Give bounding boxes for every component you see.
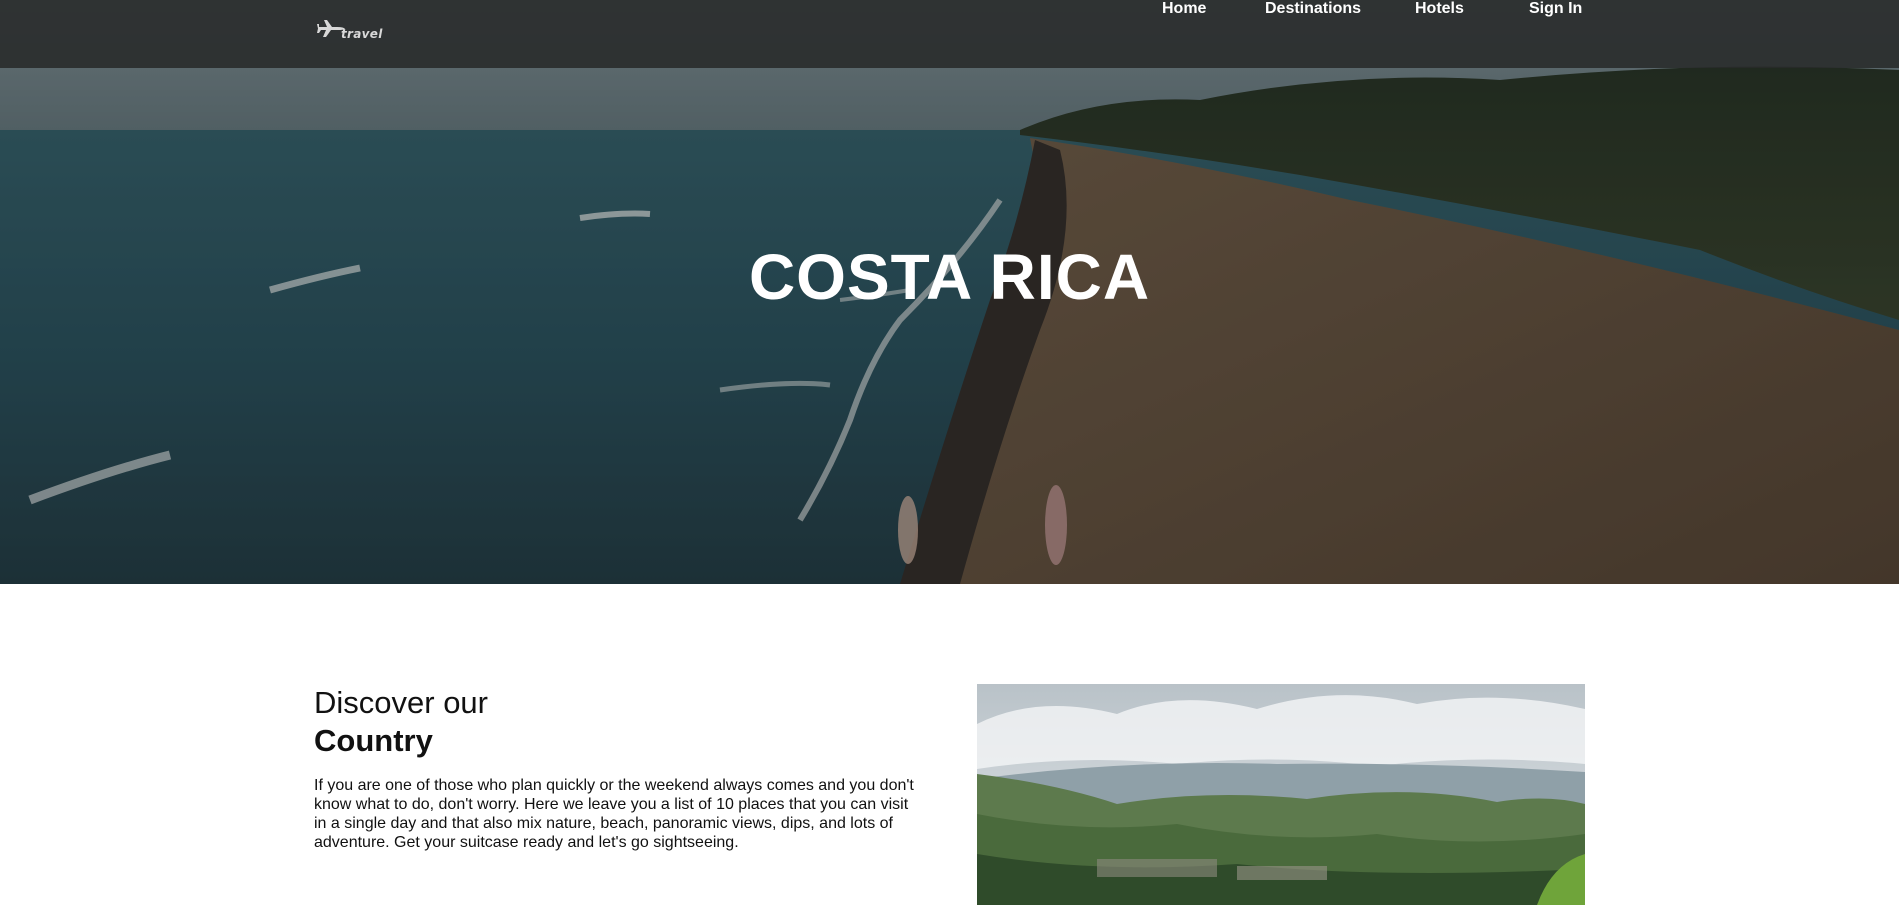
- country-landscape-image: [977, 684, 1585, 905]
- logo-text: travel: [341, 27, 383, 41]
- hero-title: COSTA RICA: [748, 241, 1151, 313]
- nav-hotels-link[interactable]: Hotels: [1415, 0, 1464, 18]
- discover-heading-light: Discover our: [314, 685, 488, 720]
- nav-destinations-link[interactable]: Destinations: [1265, 0, 1361, 18]
- landscape-illustration: [977, 684, 1585, 905]
- hero-section: travel Home Destinations Hotels Sign In …: [0, 0, 1899, 584]
- nav-home-link[interactable]: Home: [1162, 0, 1206, 18]
- discover-heading-bold: Country: [314, 723, 433, 758]
- discover-description: If you are one of those who plan quickly…: [314, 777, 914, 851]
- top-navbar: travel Home Destinations Hotels Sign In: [0, 0, 1899, 68]
- site-logo[interactable]: travel: [317, 18, 382, 44]
- discover-heading: Discover our Country: [314, 684, 488, 760]
- nav-sign-in-link[interactable]: Sign In: [1529, 0, 1582, 18]
